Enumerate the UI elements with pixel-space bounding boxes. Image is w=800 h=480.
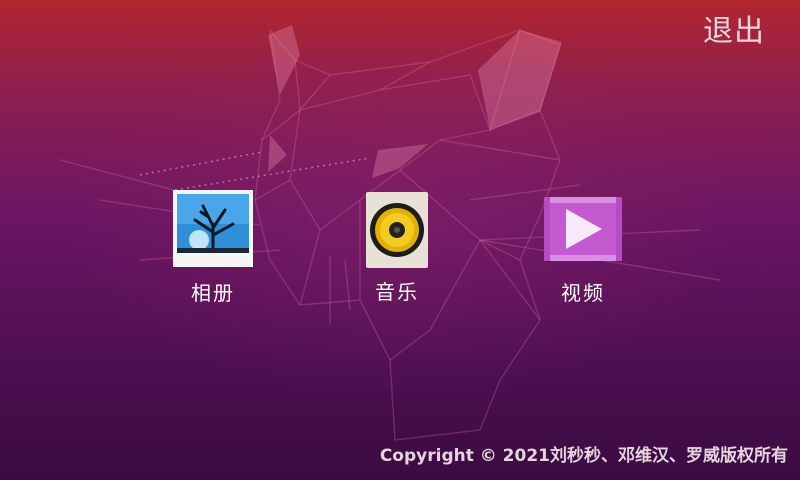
app-gallery-label: 相册	[191, 281, 235, 305]
app-music-label: 音乐	[375, 280, 419, 304]
gallery-icon	[173, 190, 253, 267]
app-video[interactable]: 视频	[543, 197, 623, 307]
speaker-icon	[366, 192, 428, 268]
play-icon	[544, 197, 622, 261]
app-gallery[interactable]: 相册	[173, 190, 253, 307]
exit-button[interactable]: 退出	[698, 12, 770, 52]
copyright-text: Copyright © 2021刘秒秒、邓维汉、罗威版权所有	[379, 446, 788, 466]
app-video-label: 视频	[561, 281, 605, 305]
app-music[interactable]: 音乐	[357, 192, 437, 306]
